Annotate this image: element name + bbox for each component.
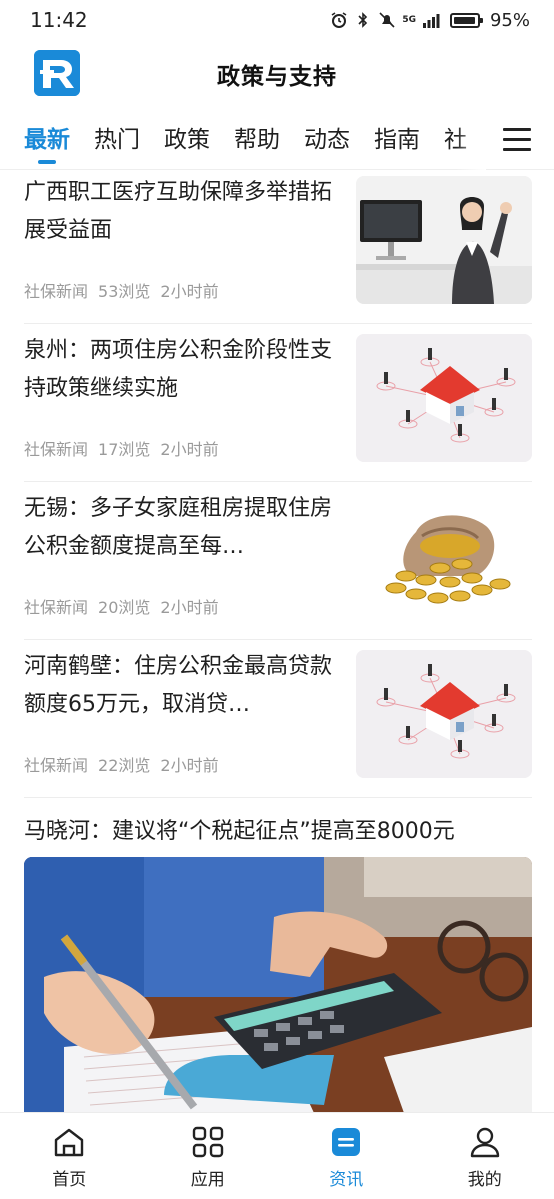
news-meta: 社保新闻 20浏览 2小时前 (24, 594, 219, 618)
bluetooth-vibrate-icon (358, 12, 368, 28)
featured-image[interactable] (24, 857, 532, 1113)
menu-icon[interactable] (496, 124, 536, 156)
news-icon (332, 1128, 361, 1156)
apps-grid-icon (192, 1126, 223, 1158)
news-source: 社保新闻 (24, 282, 89, 301)
mute-icon (379, 12, 395, 28)
house-network-image (356, 650, 532, 778)
user-icon (470, 1127, 499, 1158)
status-bar: 11:42 5G 95% (0, 0, 554, 40)
news-time: 2小时前 (160, 440, 219, 459)
news-thumbnail (356, 650, 532, 778)
news-views: 17浏览 (98, 440, 151, 459)
alarm-icon (331, 12, 347, 28)
calculator-hands-image (24, 857, 532, 1113)
news-views: 20浏览 (98, 598, 151, 617)
signal-icon (422, 14, 440, 28)
status-icons: 5G 95% (330, 10, 530, 31)
news-source: 社保新闻 (24, 440, 89, 459)
news-meta: 社保新闻 17浏览 2小时前 (24, 436, 219, 460)
nav-home-label: 首页 (52, 1170, 87, 1190)
news-item[interactable]: 无锡：多子女家庭租房提取住房公积金额度提高至每… 社保新闻 20浏览 2小时前 (24, 482, 532, 640)
nav-apps[interactable]: 应用 (139, 1113, 278, 1199)
nav-profile[interactable]: 我的 (416, 1113, 554, 1199)
news-source: 社保新闻 (24, 598, 89, 617)
news-views: 22浏览 (98, 756, 151, 775)
status-time: 11:42 (30, 8, 88, 32)
network-type: 5G (402, 15, 416, 25)
news-item[interactable]: 泉州：两项住房公积金阶段性支持政策继续实施 社保新闻 17浏览 2小时前 (24, 324, 532, 482)
nav-profile-label: 我的 (467, 1170, 502, 1190)
tab-hot[interactable]: 热门 (94, 110, 140, 170)
battery-icon (449, 12, 483, 28)
nav-news-label: 资讯 (329, 1170, 364, 1190)
app-logo-icon (34, 50, 80, 96)
news-time: 2小时前 (160, 756, 219, 775)
category-tabs: 最新 热门 政策 帮助 动态 指南 社 (0, 110, 554, 170)
news-time: 2小时前 (160, 282, 219, 301)
news-thumbnail (356, 492, 532, 620)
tab-guide[interactable]: 指南 (374, 110, 420, 170)
tab-latest[interactable]: 最新 (24, 110, 70, 170)
news-thumbnail (356, 176, 532, 304)
news-item[interactable]: 广西职工医疗互助保障多举措拓展受益面 社保新闻 53浏览 2小时前 (24, 166, 532, 324)
news-time: 2小时前 (160, 598, 219, 617)
featured-title[interactable]: 马晓河：建议将“个税起征点”提高至8000元 (24, 812, 455, 852)
news-views: 53浏览 (98, 282, 151, 301)
news-title: 无锡：多子女家庭租房提取住房公积金额度提高至每… (24, 496, 333, 559)
coin-sack-image (356, 492, 532, 620)
news-meta: 社保新闻 22浏览 2小时前 (24, 752, 219, 776)
app-header: 政策与支持 (0, 42, 554, 106)
news-meta: 社保新闻 53浏览 2小时前 (24, 278, 219, 302)
news-title: 泉州：两项住房公积金阶段性支持政策继续实施 (24, 338, 333, 401)
news-source: 社保新闻 (24, 756, 89, 775)
tab-policy[interactable]: 政策 (164, 110, 210, 170)
house-network-image (356, 334, 532, 462)
news-title: 河南鹤壁：住房公积金最高贷款额度65万元，取消贷… (24, 654, 333, 717)
bottom-nav: 首页 应用 资讯 我的 (0, 1112, 554, 1199)
home-icon (55, 1128, 84, 1157)
news-thumbnail (356, 334, 532, 462)
nav-home[interactable]: 首页 (0, 1113, 139, 1199)
nav-apps-label: 应用 (190, 1170, 225, 1190)
tab-news[interactable]: 动态 (304, 110, 350, 170)
news-title: 广西职工医疗互助保障多举措拓展受益面 (24, 180, 333, 243)
office-woman-image (356, 176, 532, 304)
nav-news[interactable]: 资讯 (277, 1113, 416, 1199)
tab-fade (456, 110, 486, 170)
tab-help[interactable]: 帮助 (234, 110, 280, 170)
news-item[interactable]: 河南鹤壁：住房公积金最高贷款额度65万元，取消贷… 社保新闻 22浏览 2小时前 (24, 640, 532, 798)
tab-list: 最新 热门 政策 帮助 动态 指南 社 (24, 110, 486, 170)
page-title: 政策与支持 (217, 64, 337, 90)
battery-level: 95% (489, 9, 530, 31)
